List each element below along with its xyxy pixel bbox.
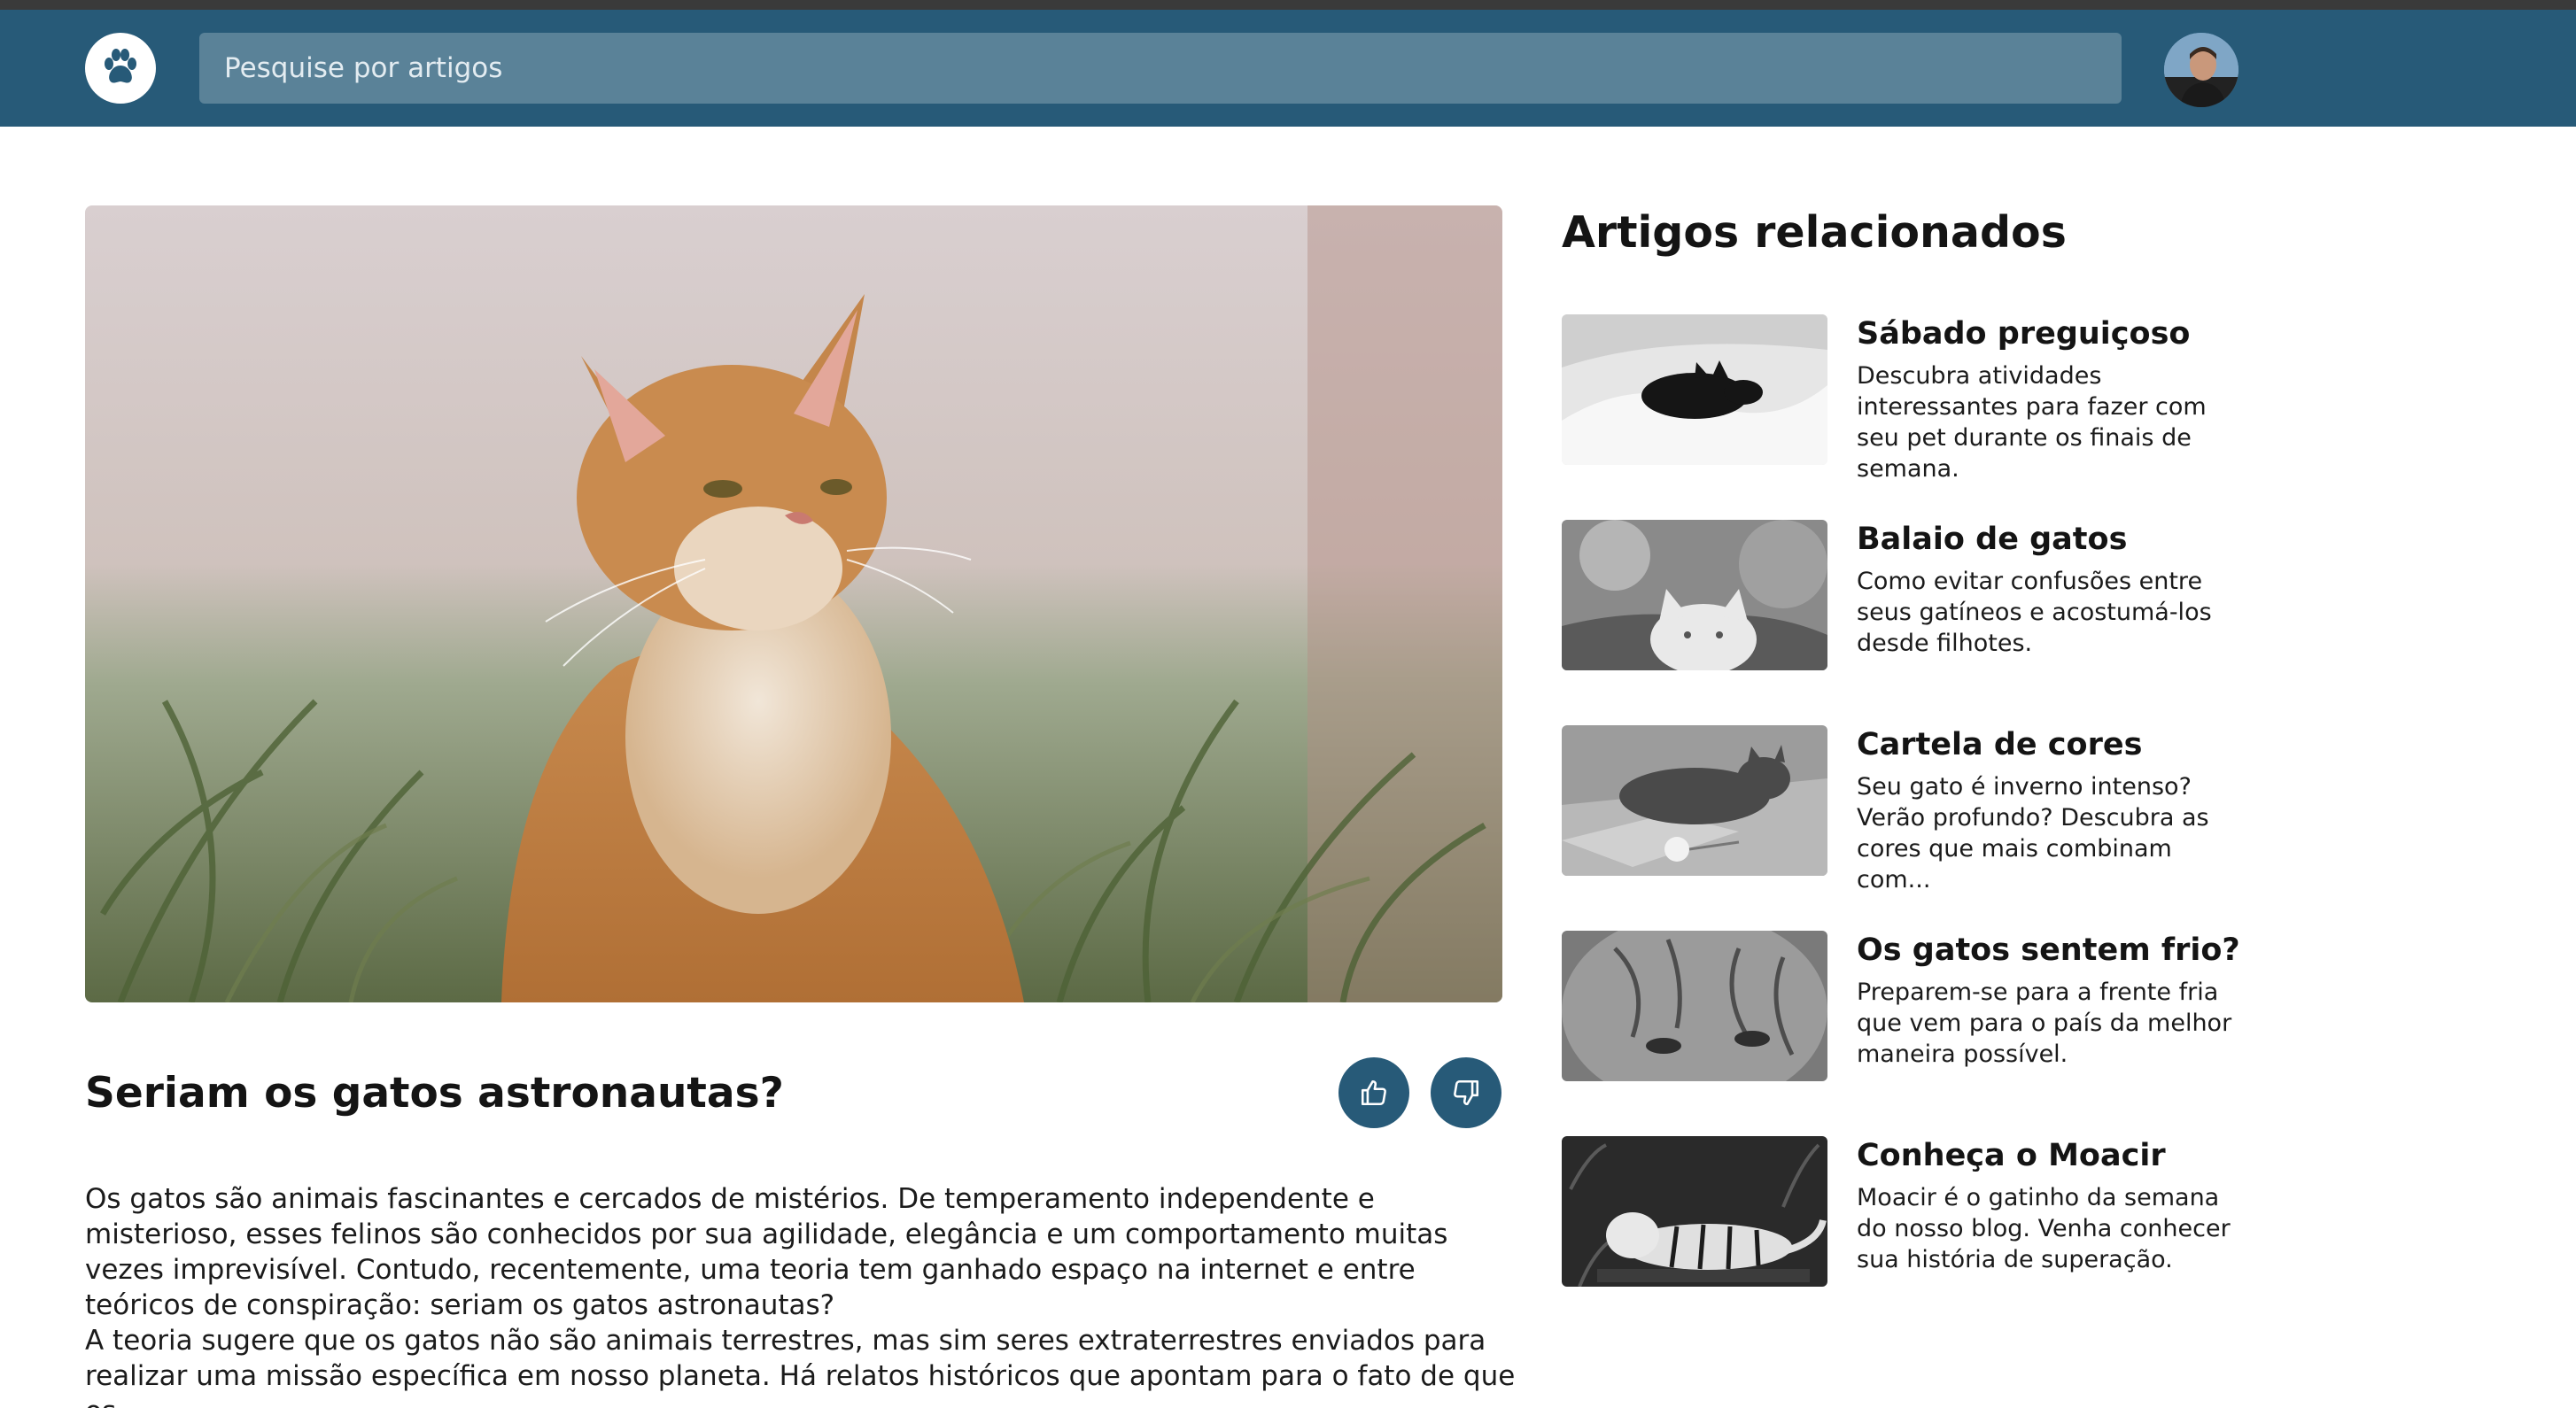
related-article-title[interactable]: Sábado preguiçoso <box>1857 314 2190 353</box>
related-article-item[interactable]: Sábado preguiçoso Descubra atividades in… <box>1562 314 2253 483</box>
article-paragraph: A teoria sugere que os gatos não são ani… <box>85 1325 1516 1408</box>
related-article-title[interactable]: Balaio de gatos <box>1857 520 2127 559</box>
related-article-item[interactable]: Cartela de cores Seu gato é inverno inte… <box>1562 725 2253 894</box>
article-body: Os gatos são animais fascinantes e cerca… <box>85 1181 1520 1408</box>
thumbs-down-icon <box>1454 1079 1479 1106</box>
related-article-thumbnail <box>1562 314 1827 465</box>
related-article-item[interactable]: Conheça o Moacir Moacir é o gatinho da s… <box>1562 1136 2253 1287</box>
article-paragraph: Os gatos são animais fascinantes e cerca… <box>85 1183 1448 1321</box>
paw-icon <box>105 49 136 83</box>
related-article-title[interactable]: Conheça o Moacir <box>1857 1136 2166 1175</box>
dislike-button[interactable] <box>1431 1057 1501 1128</box>
thumbs-up-icon <box>1361 1079 1386 1106</box>
related-article-description: Como evitar confusões entre seus gatíneo… <box>1857 568 2212 657</box>
related-article-description: Seu gato é inverno intenso? Verão profun… <box>1857 773 2209 894</box>
related-articles-heading: Artigos relacionados <box>1562 207 2067 258</box>
cat-photo <box>85 205 1502 1002</box>
related-article-description: Descubra atividades interessantes para f… <box>1857 362 2207 483</box>
top-bar <box>0 10 2576 127</box>
related-article-title[interactable]: Os gatos sentem frio? <box>1857 931 2240 970</box>
related-article-description: Moacir é o gatinho da semana do nosso bl… <box>1857 1184 2231 1273</box>
article-hero-image <box>85 205 1502 1002</box>
related-article-description: Preparem-se para a frente fria que vem p… <box>1857 979 2232 1068</box>
related-article-thumbnail <box>1562 520 1827 670</box>
related-article-thumbnail <box>1562 1136 1827 1287</box>
related-article-thumbnail <box>1562 725 1827 876</box>
like-button[interactable] <box>1338 1057 1409 1128</box>
user-avatar[interactable] <box>2164 33 2238 107</box>
related-article-title[interactable]: Cartela de cores <box>1857 725 2142 764</box>
related-article-thumbnail <box>1562 931 1827 1081</box>
article-title: Seriam os gatos astronautas? <box>85 1069 784 1118</box>
related-article-item[interactable]: Os gatos sentem frio? Preparem-se para a… <box>1562 931 2253 1081</box>
avatar-photo <box>2164 33 2238 107</box>
related-article-item[interactable]: Balaio de gatos Como evitar confusões en… <box>1562 520 2253 670</box>
window-top-strip <box>0 0 2576 10</box>
search-input[interactable] <box>199 33 2122 104</box>
logo[interactable] <box>85 33 156 104</box>
